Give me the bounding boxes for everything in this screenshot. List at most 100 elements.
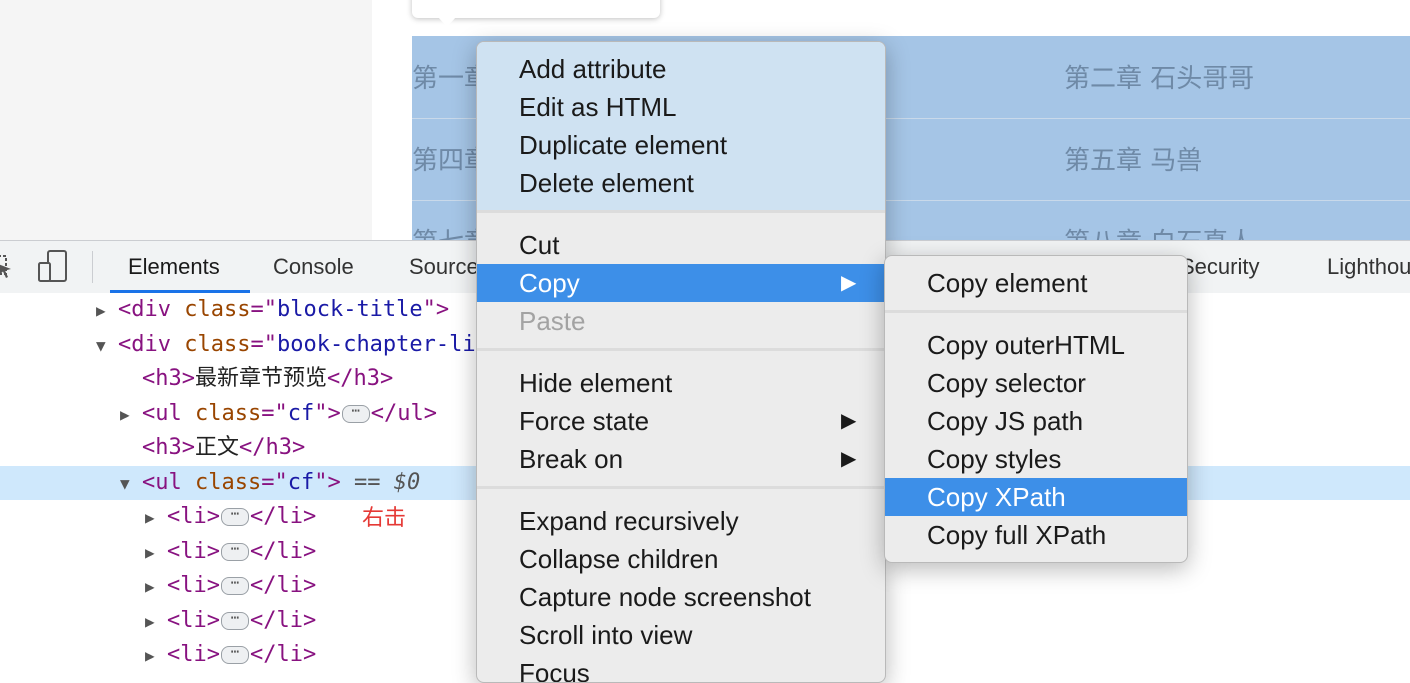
dom-tag: <li> bbox=[167, 607, 220, 633]
tab-elements[interactable]: Elements bbox=[128, 241, 220, 293]
menu-item-label: Copy element bbox=[927, 268, 1088, 298]
collapse-triangle-icon[interactable]: ▶ bbox=[120, 398, 142, 432]
dom-node-content: ▼ <ul class="cf"> == $0 bbox=[120, 466, 420, 501]
menu-item-capture-node-screenshot[interactable]: Capture node screenshot bbox=[477, 578, 885, 616]
menu-item-cut[interactable]: Cut bbox=[477, 226, 885, 264]
dom-tag: </li> bbox=[249, 642, 317, 667]
dom-node-content: ▶ <ul class="cf"> ⋯ </ul> bbox=[120, 397, 437, 432]
menu-item-collapse-children[interactable]: Collapse children bbox=[477, 540, 885, 578]
dom-tag: <ul bbox=[142, 469, 195, 495]
dom-node-content: ▶ <li> ⋯ </li> bbox=[145, 569, 316, 604]
ellipsis-icon[interactable]: ⋯ bbox=[341, 404, 370, 423]
menu-item-delete-element[interactable]: Delete element bbox=[477, 164, 885, 202]
menu-item-copy[interactable]: Copy ▶ bbox=[477, 264, 885, 302]
menu-item-focus[interactable]: Focus bbox=[477, 654, 885, 683]
dom-tag: <ul bbox=[142, 400, 195, 426]
menu-item-paste: Paste bbox=[477, 302, 885, 340]
menu-item-copy-full-xpath[interactable]: Copy full XPath bbox=[885, 516, 1187, 554]
menu-item-label: Delete element bbox=[519, 168, 694, 198]
menu-item-label: Duplicate element bbox=[519, 130, 728, 160]
dom-text: 最新章节预览 bbox=[194, 366, 327, 391]
ellipsis-icon[interactable]: ⋯ bbox=[220, 507, 249, 526]
menu-item-label: Collapse children bbox=[519, 544, 719, 574]
dom-node-content: ▶ <li> ⋯ </li> bbox=[145, 535, 316, 570]
dom-tag: "> bbox=[422, 297, 450, 322]
menu-item-label: Copy outerHTML bbox=[927, 330, 1125, 360]
dom-node-content: <h3>最新章节预览</h3> bbox=[120, 362, 393, 396]
context-menu: Add attribute Edit as HTML Duplicate eleme… bbox=[476, 41, 886, 683]
selected-node-marker: == $0 bbox=[340, 469, 421, 495]
inspect-element-icon[interactable] bbox=[0, 251, 16, 286]
dom-attr-name: class bbox=[194, 400, 262, 426]
dom-tag: =" bbox=[250, 297, 277, 322]
chapter-title-right[interactable]: 第五章 马兽 bbox=[1064, 140, 1202, 177]
ellipsis-icon[interactable]: ⋯ bbox=[220, 645, 249, 664]
dom-tag: </ul> bbox=[370, 400, 437, 426]
menu-item-hide-element[interactable]: Hide element bbox=[477, 364, 885, 402]
device-toolbar-icon[interactable] bbox=[36, 249, 70, 290]
menu-separator bbox=[477, 486, 885, 489]
chapter-title-right[interactable]: 第二章 石头哥哥 bbox=[1064, 58, 1254, 95]
menu-item-label: Hide element bbox=[519, 368, 673, 398]
menu-item-force-state[interactable]: Force state ▶ bbox=[477, 402, 885, 440]
ellipsis-icon[interactable]: ⋯ bbox=[220, 542, 249, 561]
dom-node-content: ▶ <li> ⋯ </li> bbox=[145, 604, 316, 639]
menu-item-copy-xpath[interactable]: Copy XPath bbox=[885, 478, 1187, 516]
menu-item-copy-outerhtml[interactable]: Copy outerHTML bbox=[885, 326, 1187, 364]
menu-item-duplicate-element[interactable]: Duplicate element bbox=[477, 126, 885, 164]
dom-node-content: <h3>正文</h3> bbox=[120, 431, 305, 465]
menu-item-scroll-into-view[interactable]: Scroll into view bbox=[477, 616, 885, 654]
menu-item-label: Force state bbox=[519, 406, 650, 436]
menu-item-break-on[interactable]: Break on ▶ bbox=[477, 440, 885, 478]
expand-triangle-icon[interactable]: ▼ bbox=[120, 467, 142, 501]
collapse-triangle-icon[interactable]: ▶ bbox=[145, 570, 167, 604]
menu-item-edit-as-html[interactable]: Edit as HTML bbox=[477, 88, 885, 126]
dom-attr-value: book-chapter-list bbox=[276, 331, 503, 357]
menu-item-copy-js-path[interactable]: Copy JS path bbox=[885, 402, 1187, 440]
collapse-triangle-icon[interactable]: ▶ bbox=[145, 501, 167, 535]
submenu-arrow-icon: ▶ bbox=[841, 410, 857, 432]
tab-console[interactable]: Console bbox=[273, 241, 354, 293]
dom-tag: </li> bbox=[249, 607, 317, 633]
collapse-triangle-icon[interactable]: ▶ bbox=[145, 536, 167, 570]
ellipsis-icon[interactable]: ⋯ bbox=[220, 611, 249, 630]
menu-item-label: Capture node screenshot bbox=[519, 582, 811, 612]
dom-tag: <li> bbox=[167, 642, 220, 667]
menu-item-label: Copy bbox=[519, 268, 580, 298]
collapse-triangle-icon[interactable]: ▶ bbox=[145, 605, 167, 639]
menu-item-expand-recursively[interactable]: Expand recursively bbox=[477, 502, 885, 540]
menu-separator bbox=[477, 348, 885, 351]
menu-separator bbox=[477, 210, 885, 213]
menu-item-label: Cut bbox=[519, 230, 560, 260]
menu-item-copy-element[interactable]: Copy element bbox=[885, 264, 1187, 302]
menu-item-label: Copy selector bbox=[927, 368, 1086, 398]
menu-item-add-attribute[interactable]: Add attribute bbox=[477, 50, 885, 88]
dom-tag: <div bbox=[118, 297, 185, 322]
menu-item-label: Copy XPath bbox=[927, 482, 1066, 512]
menu-item-label: Break on bbox=[519, 444, 624, 474]
dom-tag: <div bbox=[118, 331, 185, 357]
dom-tag: =" bbox=[250, 331, 277, 357]
dom-node-content: ▼<div class="book-chapter-list"> bbox=[96, 328, 529, 363]
menu-item-copy-styles[interactable]: Copy styles bbox=[885, 440, 1187, 478]
collapse-triangle-icon[interactable]: ▶ bbox=[96, 294, 118, 328]
dom-tag: </h3> bbox=[239, 435, 306, 460]
annotation-right-click: 右击 bbox=[362, 506, 407, 531]
dom-attr-name: class bbox=[194, 469, 262, 495]
menu-item-label: Add attribute bbox=[519, 54, 667, 84]
expand-triangle-icon[interactable]: ▼ bbox=[96, 329, 118, 363]
submenu-arrow-icon: ▶ bbox=[841, 448, 857, 470]
ellipsis-icon[interactable]: ⋯ bbox=[220, 576, 249, 595]
tab-lighthouse[interactable]: Lighthouse bbox=[1327, 241, 1410, 293]
menu-item-label: Expand recursively bbox=[519, 506, 739, 536]
page-sidebar-area bbox=[0, 0, 372, 240]
menu-item-label: Focus bbox=[519, 658, 590, 683]
dom-tag: <li> bbox=[167, 538, 220, 564]
menu-item-copy-selector[interactable]: Copy selector bbox=[885, 364, 1187, 402]
dom-text: 正文 bbox=[194, 435, 239, 460]
dom-tag: <h3> bbox=[142, 366, 195, 391]
dom-tag: </li> bbox=[249, 504, 317, 529]
menu-separator bbox=[885, 310, 1187, 313]
copy-submenu: Copy element Copy outerHTML Copy selector C… bbox=[884, 255, 1188, 563]
tab-security[interactable]: Security bbox=[1180, 241, 1259, 293]
